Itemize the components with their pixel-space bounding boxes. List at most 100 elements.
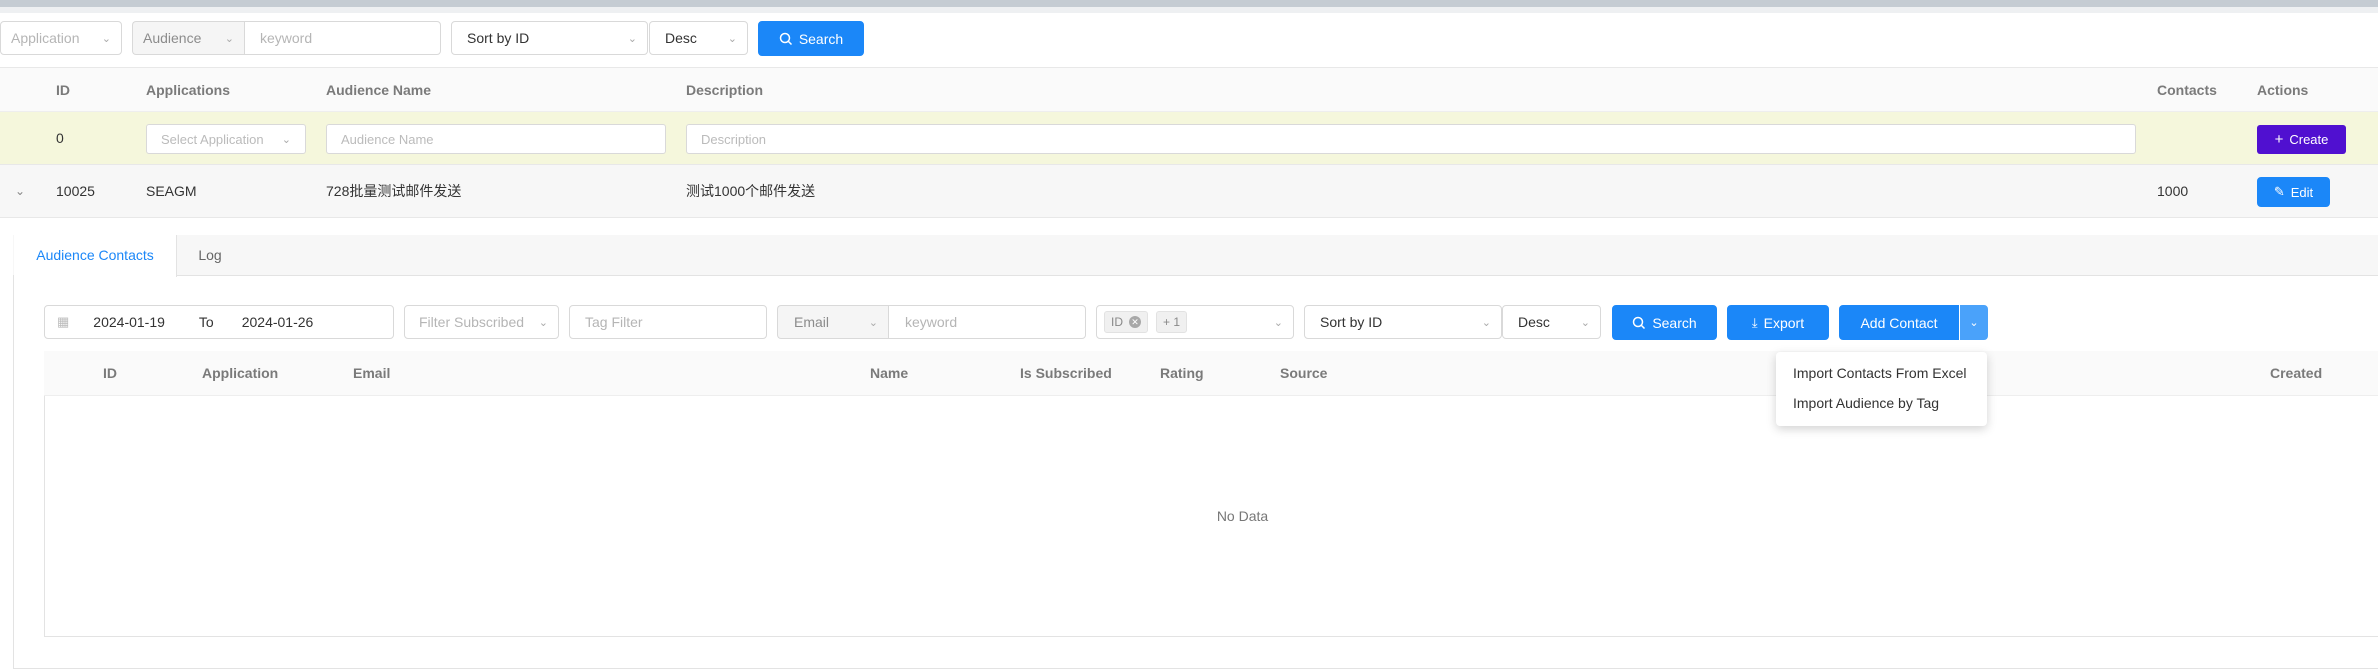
application-select[interactable]: Application ⌄ [0, 21, 122, 55]
select-application-placeholder: Select Application [161, 131, 264, 147]
chevron-down-icon: ⌄ [1969, 317, 1979, 329]
chevron-down-icon: ⌄ [538, 316, 548, 329]
row-audience-name: 728批量测试邮件发送 [326, 183, 462, 199]
col-source: Source [1280, 365, 1328, 381]
empty-state-text: No Data [1216, 508, 1269, 524]
order-select[interactable]: Desc ⌄ [649, 21, 748, 55]
date-to: 2024-01-26 [241, 314, 314, 330]
date-from: 2024-01-19 [93, 314, 165, 330]
description-input[interactable]: Description [686, 124, 2136, 154]
contact-sort-select[interactable]: Sort by ID ⌄ [1304, 305, 1502, 339]
col-application: Application [202, 365, 279, 381]
audience-name-placeholder: Audience Name [341, 131, 434, 147]
header-actions: Actions [2257, 82, 2309, 98]
description-placeholder: Description [701, 131, 767, 147]
col-is-subscribed: Is Subscribed [1020, 365, 1112, 381]
field-select[interactable]: Email ⌄ [777, 305, 888, 339]
calendar-icon: ▦ [57, 314, 70, 329]
audience-name-input[interactable]: Audience Name [326, 124, 666, 154]
create-button[interactable]: + Create [2257, 125, 2346, 154]
contacts-table-header [44, 351, 2378, 396]
search-button-label: Search [798, 30, 844, 47]
chevron-down-icon: ⌄ [224, 32, 234, 45]
audience-field-select[interactable]: Audience ⌄ [132, 21, 244, 55]
col-rating: Rating [1160, 365, 1204, 381]
edit-icon: ✎ [2273, 184, 2285, 199]
date-to-label: To [198, 314, 214, 330]
header-id: ID [56, 82, 70, 98]
header-audience-name: Audience Name [326, 82, 432, 98]
column-chip-label: ID [1111, 315, 1123, 329]
add-contact-button[interactable]: Add Contact [1839, 305, 1959, 340]
column-multiselect[interactable]: ID ✕ + 1 ⌄ [1096, 305, 1294, 339]
contact-search-button[interactable]: Search [1612, 305, 1717, 340]
column-chip-id[interactable]: ID ✕ [1104, 311, 1148, 333]
col-name: Name [870, 365, 909, 381]
col-email: Email [353, 365, 391, 381]
top-strip [0, 0, 2378, 7]
contact-order-value: Desc [1518, 314, 1550, 330]
more-chip: + 1 [1156, 311, 1188, 333]
row-application: SEAGM [146, 183, 197, 199]
application-placeholder: Application [11, 30, 80, 46]
add-contact-menu: Import Contacts From Excel Import Audien… [1776, 352, 1987, 426]
sort-select[interactable]: Sort by ID ⌄ [451, 21, 648, 55]
field-select-value: Email [794, 314, 830, 330]
keyword-input[interactable]: keyword [244, 21, 441, 55]
tab-audience-contacts[interactable]: Audience Contacts [14, 235, 177, 277]
table-row[interactable]: ⌄ 10025 SEAGM 728批量测试邮件发送 测试1000个邮件发送 10… [0, 165, 2378, 218]
order-value: Desc [665, 30, 697, 46]
create-button-label: Create [2289, 132, 2329, 147]
subscribed-filter-select[interactable]: Filter Subscribed ⌄ [404, 305, 559, 339]
contact-keyword-input[interactable]: keyword [888, 305, 1086, 339]
header-description: Description [686, 82, 764, 98]
edit-button[interactable]: ✎ Edit [2257, 177, 2330, 207]
row-id: 10025 [56, 183, 95, 199]
export-label: Export [1763, 314, 1805, 331]
chevron-down-icon: ⌄ [868, 316, 878, 329]
export-button[interactable]: ⤓ Export [1727, 305, 1829, 340]
chevron-down-icon: ⌄ [1481, 316, 1491, 329]
keyword-placeholder: keyword [260, 30, 313, 46]
chevron-down-icon: ⌄ [627, 32, 637, 45]
contact-keyword-placeholder: keyword [905, 314, 958, 330]
chevron-down-icon: ⌄ [281, 133, 291, 146]
search-icon [1633, 316, 1646, 329]
search-icon [779, 32, 792, 45]
date-range-picker[interactable]: ▦ 2024-01-19 To 2024-01-26 [44, 305, 394, 339]
col-created: Created [2270, 365, 2323, 381]
tab-log[interactable]: Log [178, 235, 242, 276]
plus-icon: + [2274, 131, 2284, 148]
select-application-input[interactable]: Select Application ⌄ [146, 124, 306, 154]
contact-sort-value: Sort by ID [1320, 314, 1383, 330]
create-row: 0 Select Application ⌄ Audience Name Des… [0, 112, 2378, 165]
chevron-down-icon: ⌄ [1580, 316, 1590, 329]
sort-value: Sort by ID [467, 30, 530, 46]
add-contact-label: Add Contact [1860, 314, 1938, 331]
tag-filter-input[interactable]: Tag Filter [569, 305, 767, 339]
detail-tabs [13, 235, 2378, 276]
audience-label: Audience [143, 30, 202, 46]
chevron-down-icon: ⌄ [727, 32, 737, 45]
subscribed-placeholder: Filter Subscribed [419, 314, 525, 330]
edit-button-label: Edit [2290, 184, 2314, 200]
tag-filter-placeholder: Tag Filter [585, 314, 643, 330]
header-contacts: Contacts [2157, 82, 2217, 98]
search-button[interactable]: Search [758, 21, 864, 56]
download-icon: ⤓ [1751, 314, 1758, 330]
chevron-down-icon: ⌄ [101, 32, 111, 45]
create-row-id: 0 [56, 130, 64, 146]
audience-table-header: ID Applications Audience Name Descriptio… [0, 68, 2378, 112]
contact-order-select[interactable]: Desc ⌄ [1502, 305, 1601, 339]
row-contacts: 1000 [2157, 183, 2189, 199]
add-contact-dropdown-toggle[interactable]: ⌄ [1960, 305, 1988, 340]
col-id: ID [103, 365, 117, 381]
contact-search-label: Search [1652, 314, 1697, 331]
row-description: 测试1000个邮件发送 [686, 183, 816, 199]
menu-item-import-excel[interactable]: Import Contacts From Excel [1793, 365, 1967, 381]
remove-chip-icon[interactable]: ✕ [1129, 316, 1141, 328]
chevron-down-icon: ⌄ [1273, 316, 1283, 329]
expand-chevron-icon[interactable]: ⌄ [15, 165, 25, 218]
menu-item-import-tag[interactable]: Import Audience by Tag [1793, 395, 1939, 411]
header-applications: Applications [146, 82, 231, 98]
